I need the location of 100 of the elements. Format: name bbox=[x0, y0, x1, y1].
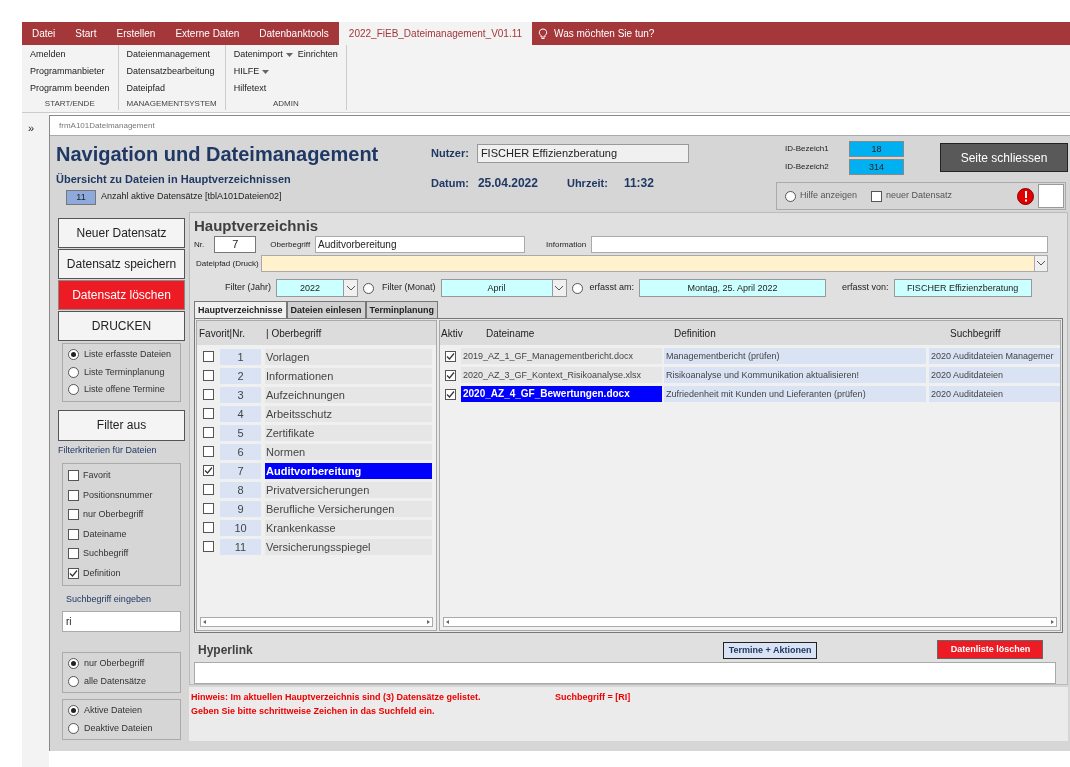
scroll-right-icon[interactable] bbox=[424, 618, 432, 627]
radio-button[interactable] bbox=[785, 190, 796, 202]
action-button[interactable]: DRUCKEN bbox=[58, 311, 185, 341]
hyperlink-field[interactable] bbox=[194, 662, 1056, 684]
checkbox[interactable] bbox=[871, 190, 883, 202]
file-path-field[interactable] bbox=[260, 255, 1048, 272]
favorite-checkbox[interactable] bbox=[203, 351, 214, 362]
category-item[interactable]: Vorlagen bbox=[265, 348, 432, 365]
delete-list-button[interactable]: Datenliste löschen bbox=[937, 640, 1044, 660]
action-button[interactable]: Datensatz speichern bbox=[58, 249, 185, 279]
active-checkbox[interactable] bbox=[445, 369, 456, 381]
category-item[interactable]: Privatversicherungen bbox=[265, 481, 432, 498]
criterion-label: Suchbegriff bbox=[83, 547, 129, 560]
ribbon-command[interactable]: Dateipfad bbox=[126, 81, 166, 96]
checkbox[interactable] bbox=[68, 567, 79, 579]
category-item[interactable]: Arbeitsschutz bbox=[265, 405, 432, 422]
criterion-label: nur Oberbegriff bbox=[83, 508, 144, 521]
ribbon-command[interactable]: Amelden bbox=[30, 47, 66, 62]
category-item[interactable]: Zertifikate bbox=[265, 424, 432, 441]
close-page-button[interactable]: Seite schliessen bbox=[940, 143, 1068, 172]
ribbon-tab[interactable]: Erstellen bbox=[106, 22, 166, 45]
column-header: Suchbegriff bbox=[950, 326, 1001, 341]
tell-me-search[interactable]: Was möchten Sie tun? bbox=[554, 26, 655, 41]
radio-button[interactable] bbox=[68, 722, 79, 734]
tab[interactable]: Hauptverzeichnisse bbox=[194, 301, 287, 318]
file-name-cell[interactable]: 2020_AZ_3_GF_Kontext_Risikoanalyse.xlsx bbox=[461, 367, 662, 383]
nav-pane-toggle[interactable]: » bbox=[28, 122, 35, 134]
category-item[interactable]: Informationen bbox=[265, 367, 432, 384]
recorded-on-field[interactable]: Montag, 25. April 2022 bbox=[639, 279, 827, 297]
search-field[interactable]: ri bbox=[62, 610, 181, 632]
dropdown-button[interactable] bbox=[1034, 256, 1047, 271]
ribbon-tab[interactable]: Externe Daten bbox=[165, 22, 250, 45]
appointments-button[interactable]: Termine + Aktionen bbox=[722, 642, 818, 660]
category-field[interactable]: Auditvorbereitung bbox=[315, 236, 526, 253]
favorite-checkbox[interactable] bbox=[203, 446, 214, 457]
favorite-checkbox[interactable] bbox=[203, 427, 214, 438]
favorite-checkbox[interactable] bbox=[203, 408, 214, 419]
number-field[interactable]: 7 bbox=[214, 236, 257, 253]
action-button[interactable]: Neuer Datensatz bbox=[58, 218, 185, 248]
ribbon-command[interactable]: Programm beenden bbox=[30, 81, 110, 96]
scroll-right-icon[interactable] bbox=[1048, 618, 1056, 627]
category-item[interactable]: Krankenkasse bbox=[265, 519, 432, 536]
action-button[interactable]: Datensatz löschen bbox=[58, 280, 185, 310]
favorite-checkbox[interactable] bbox=[203, 465, 214, 476]
category-item[interactable]: Normen bbox=[265, 443, 432, 460]
ribbon-command[interactable]: Dateienmanagement bbox=[126, 47, 211, 62]
file-name-cell[interactable]: 2019_AZ_1_GF_Managementbericht.docx bbox=[461, 348, 662, 364]
favorite-checkbox[interactable] bbox=[203, 389, 214, 400]
tab[interactable]: Terminplanung bbox=[365, 301, 438, 318]
favorite-checkbox[interactable] bbox=[203, 541, 214, 552]
filter-off-button[interactable]: Filter aus bbox=[58, 409, 185, 441]
category-item[interactable]: Versicherungsspiegel bbox=[265, 538, 432, 555]
radio-button[interactable] bbox=[68, 384, 79, 396]
checkbox[interactable] bbox=[68, 470, 79, 482]
ribbon-command[interactable]: Programmanbieter bbox=[30, 64, 105, 79]
user-field[interactable]: FISCHER Effizienzberatung bbox=[476, 144, 689, 163]
radio-button[interactable] bbox=[68, 658, 79, 670]
number-cell: 4 bbox=[220, 405, 261, 422]
radio-button[interactable] bbox=[571, 282, 583, 294]
ribbon-command[interactable]: Einrichten bbox=[297, 47, 338, 62]
ribbon-command[interactable]: HILFE bbox=[233, 64, 270, 79]
information-field[interactable] bbox=[591, 236, 1048, 253]
checkbox[interactable] bbox=[68, 548, 79, 560]
favorite-checkbox[interactable] bbox=[203, 522, 214, 533]
favorite-checkbox[interactable] bbox=[203, 484, 214, 495]
active-checkbox[interactable] bbox=[445, 388, 456, 400]
ribbon-tab[interactable]: Datenbanktools bbox=[249, 22, 339, 45]
category-item[interactable]: Berufliche Versicherungen bbox=[265, 500, 432, 517]
scroll-left-icon[interactable] bbox=[201, 618, 209, 627]
file-name-cell[interactable]: 2020_AZ_4_GF_Bewertungen.docx bbox=[461, 386, 662, 402]
category-item[interactable]: Aufzeichnungen bbox=[265, 386, 432, 403]
favorite-checkbox[interactable] bbox=[203, 503, 214, 514]
recorded-by-field[interactable]: FISCHER Effizienzberatung bbox=[893, 279, 1032, 297]
checkbox[interactable] bbox=[68, 489, 79, 501]
horizontal-scrollbar[interactable] bbox=[443, 617, 1057, 628]
radio-button[interactable] bbox=[363, 282, 374, 294]
scroll-left-icon[interactable] bbox=[444, 618, 452, 627]
radio-button[interactable] bbox=[68, 349, 79, 361]
tab[interactable]: Dateien einlesen bbox=[286, 301, 366, 318]
ribbon-tab[interactable]: Start bbox=[65, 22, 107, 45]
empty-field[interactable] bbox=[1038, 184, 1064, 208]
radio-button[interactable] bbox=[68, 366, 79, 378]
ribbon-command[interactable]: Datensatzbearbeitung bbox=[126, 64, 215, 79]
horizontal-scrollbar[interactable] bbox=[200, 617, 433, 628]
number-cell: 6 bbox=[220, 443, 261, 460]
active-checkbox[interactable] bbox=[445, 350, 456, 362]
ribbon-tab[interactable]: Datei bbox=[22, 22, 66, 45]
ribbon-command[interactable]: Hilfetext bbox=[233, 81, 267, 96]
help-option-label: Hilfe anzeigen bbox=[800, 189, 858, 203]
radio-button[interactable] bbox=[68, 675, 79, 687]
category-item[interactable]: Auditvorbereitung bbox=[265, 462, 432, 479]
favorite-checkbox[interactable] bbox=[203, 370, 214, 381]
ribbon-command[interactable]: Datenimport bbox=[233, 47, 293, 62]
checkbox[interactable] bbox=[68, 509, 79, 521]
form-tab-title[interactable]: frmA101Dateimanagement bbox=[59, 119, 155, 132]
lightbulb-icon bbox=[538, 27, 549, 40]
checkbox[interactable] bbox=[68, 528, 79, 540]
ribbon-tab[interactable]: 2022_FiEB_Dateimanagement_V01.11 bbox=[338, 22, 533, 45]
radio-button[interactable] bbox=[68, 705, 79, 717]
recorded-by-label: erfasst von: bbox=[842, 281, 889, 295]
